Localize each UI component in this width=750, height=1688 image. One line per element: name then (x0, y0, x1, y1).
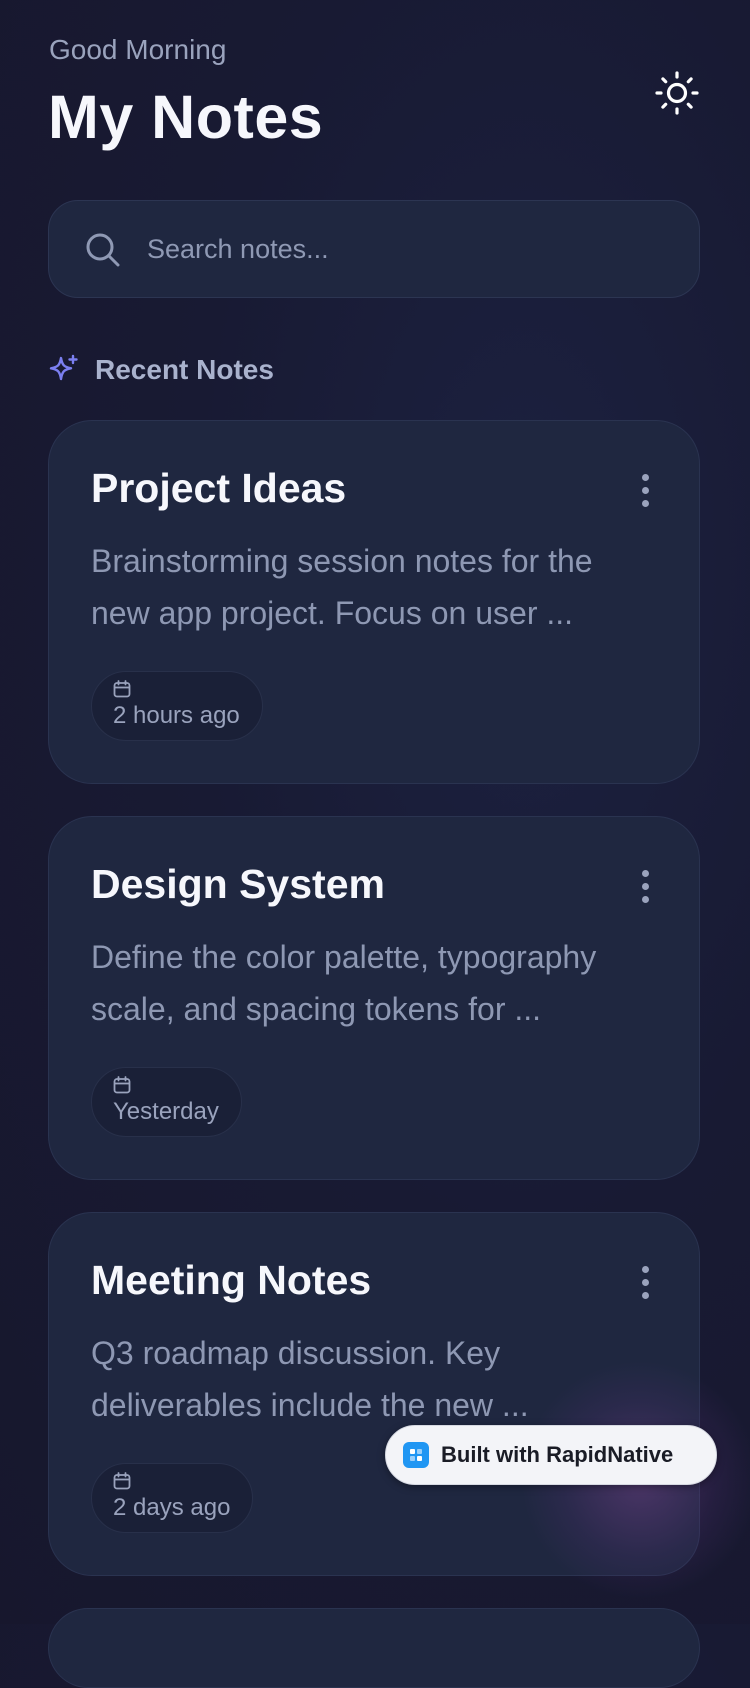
note-excerpt: Q3 roadmap discussion. Key deliverables … (91, 1335, 529, 1423)
sun-icon (655, 71, 699, 115)
note-title: Project Ideas (91, 465, 347, 511)
page-title: My Notes (48, 83, 324, 151)
date-chip: Yesterday (91, 1067, 242, 1137)
note-card[interactable]: Meeting Notes Q3 roadmap discussion. Key… (48, 1212, 700, 1576)
sparkles-icon (49, 354, 78, 381)
rapidnative-logo-icon (403, 1442, 429, 1468)
badge-label: Built with RapidNative (441, 1442, 674, 1467)
search-bar[interactable] (48, 200, 700, 298)
note-card-partial[interactable] (48, 1608, 700, 1688)
calendar-icon (113, 680, 131, 698)
notes-screen: Good Morning My Notes Search notes... Re… (0, 0, 750, 1688)
note-title: Design System (91, 861, 385, 907)
search-input[interactable] (145, 201, 669, 298)
search-icon (86, 233, 120, 267)
greeting-text: Good Morning (49, 34, 227, 65)
more-options-icon[interactable] (631, 865, 659, 907)
date-chip: 2 hours ago (91, 671, 263, 741)
note-card[interactable]: Project Ideas Brainstorming session note… (48, 420, 700, 784)
calendar-icon (113, 1472, 131, 1490)
note-title: Meeting Notes (91, 1257, 372, 1303)
note-excerpt: Brainstorming session notes for the new … (91, 543, 593, 631)
built-with-badge[interactable]: Built with RapidNative (385, 1425, 717, 1485)
note-date: Yesterday (113, 1098, 219, 1125)
note-date: 2 days ago (113, 1494, 231, 1521)
date-chip: 2 days ago (91, 1463, 254, 1533)
more-options-icon[interactable] (631, 1261, 659, 1303)
note-date: 2 hours ago (113, 702, 240, 729)
more-options-icon[interactable] (631, 469, 659, 511)
recent-notes-header: Recent Notes (48, 350, 274, 390)
section-title: Recent Notes (95, 354, 274, 385)
note-excerpt: Define the color palette, typography sca… (91, 939, 597, 1027)
calendar-icon (113, 1076, 131, 1094)
note-card[interactable]: Design System Define the color palette, … (48, 816, 700, 1180)
theme-toggle-button[interactable] (652, 68, 702, 118)
